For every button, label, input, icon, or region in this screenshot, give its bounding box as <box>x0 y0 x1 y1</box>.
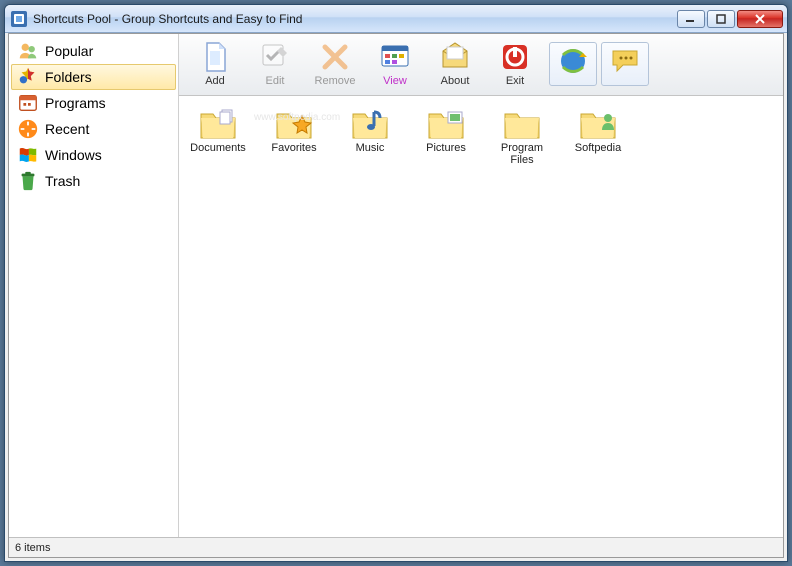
edit-label: Edit <box>266 75 285 87</box>
sidebar-item-label: Folders <box>45 69 92 85</box>
folder-item-label: Program Files <box>489 142 555 166</box>
sidebar-item-popular[interactable]: Popular <box>11 38 176 64</box>
folder-item-label: Softpedia <box>575 142 621 154</box>
client-area: Popular Folders Programs <box>8 33 784 558</box>
window-buttons <box>677 10 787 28</box>
windows-flag-icon <box>17 144 39 166</box>
remove-label: Remove <box>315 75 356 87</box>
help-button[interactable] <box>601 42 649 86</box>
folder-item-label: Favorites <box>271 142 316 154</box>
remove-icon <box>319 41 351 73</box>
folder-item-documents[interactable]: Documents <box>185 106 251 166</box>
edit-button[interactable]: Edit <box>245 38 305 92</box>
statusbar: 6 items <box>9 537 783 557</box>
power-icon <box>499 41 531 73</box>
window-title: Shortcuts Pool - Group Shortcuts and Eas… <box>33 12 677 26</box>
folder-item-label: Pictures <box>426 142 466 154</box>
main-area: Add Edit Remove <box>179 34 783 537</box>
about-label: About <box>441 75 470 87</box>
folder-star-icon <box>274 106 314 142</box>
remove-button[interactable]: Remove <box>305 38 365 92</box>
globe-refresh-icon <box>557 45 589 77</box>
sidebar-item-label: Recent <box>45 121 89 137</box>
folder-icon <box>502 106 542 142</box>
folder-docs-icon <box>198 106 238 142</box>
sidebar-item-label: Programs <box>45 95 106 111</box>
about-button[interactable]: About <box>425 38 485 92</box>
sidebar-item-programs[interactable]: Programs <box>11 90 176 116</box>
refresh-button[interactable] <box>549 42 597 86</box>
exit-label: Exit <box>506 75 524 87</box>
sidebar-item-label: Popular <box>45 43 93 59</box>
sidebar-item-windows[interactable]: Windows <box>11 142 176 168</box>
sidebar-item-folders[interactable]: Folders <box>11 64 176 90</box>
sidebar: Popular Folders Programs <box>9 34 179 537</box>
star-folder-icon <box>17 66 39 88</box>
sidebar-item-trash[interactable]: Trash <box>11 168 176 194</box>
sidebar-item-label: Trash <box>45 173 80 189</box>
folder-pictures-icon <box>426 106 466 142</box>
folder-item-pictures[interactable]: Pictures <box>413 106 479 166</box>
folder-grid[interactable]: Documents Favorites Music <box>179 96 783 176</box>
status-text: 6 items <box>15 542 50 554</box>
calendar-icon <box>17 92 39 114</box>
envelope-icon <box>439 41 471 73</box>
add-label: Add <box>205 75 225 87</box>
sidebar-item-recent[interactable]: Recent <box>11 116 176 142</box>
folder-item-softpedia[interactable]: Softpedia <box>565 106 631 166</box>
view-button[interactable]: View <box>365 38 425 92</box>
add-button[interactable]: Add <box>185 38 245 92</box>
folder-item-program-files[interactable]: Program Files <box>489 106 555 166</box>
app-window: Shortcuts Pool - Group Shortcuts and Eas… <box>4 4 788 562</box>
chat-icon <box>609 45 641 77</box>
folder-item-label: Documents <box>190 142 246 154</box>
app-icon <box>11 11 27 27</box>
body: Popular Folders Programs <box>9 34 783 537</box>
people-icon <box>17 40 39 62</box>
folder-music-icon <box>350 106 390 142</box>
sidebar-item-label: Windows <box>45 147 102 163</box>
toolbar-tools: Add Edit Remove <box>179 34 655 96</box>
minimize-button[interactable] <box>677 10 705 28</box>
folder-user-icon <box>578 106 618 142</box>
edit-icon <box>259 41 291 73</box>
maximize-button[interactable] <box>707 10 735 28</box>
trash-icon <box>17 170 39 192</box>
recent-icon <box>17 118 39 140</box>
folder-item-music[interactable]: Music <box>337 106 403 166</box>
exit-button[interactable]: Exit <box>485 38 545 92</box>
view-label: View <box>383 75 407 87</box>
titlebar[interactable]: Shortcuts Pool - Group Shortcuts and Eas… <box>5 5 787 33</box>
document-add-icon <box>199 41 231 73</box>
folder-item-label: Music <box>356 142 385 154</box>
toolbar: Add Edit Remove <box>179 34 783 96</box>
close-button[interactable] <box>737 10 783 28</box>
view-icon <box>379 41 411 73</box>
folder-item-favorites[interactable]: Favorites <box>261 106 327 166</box>
